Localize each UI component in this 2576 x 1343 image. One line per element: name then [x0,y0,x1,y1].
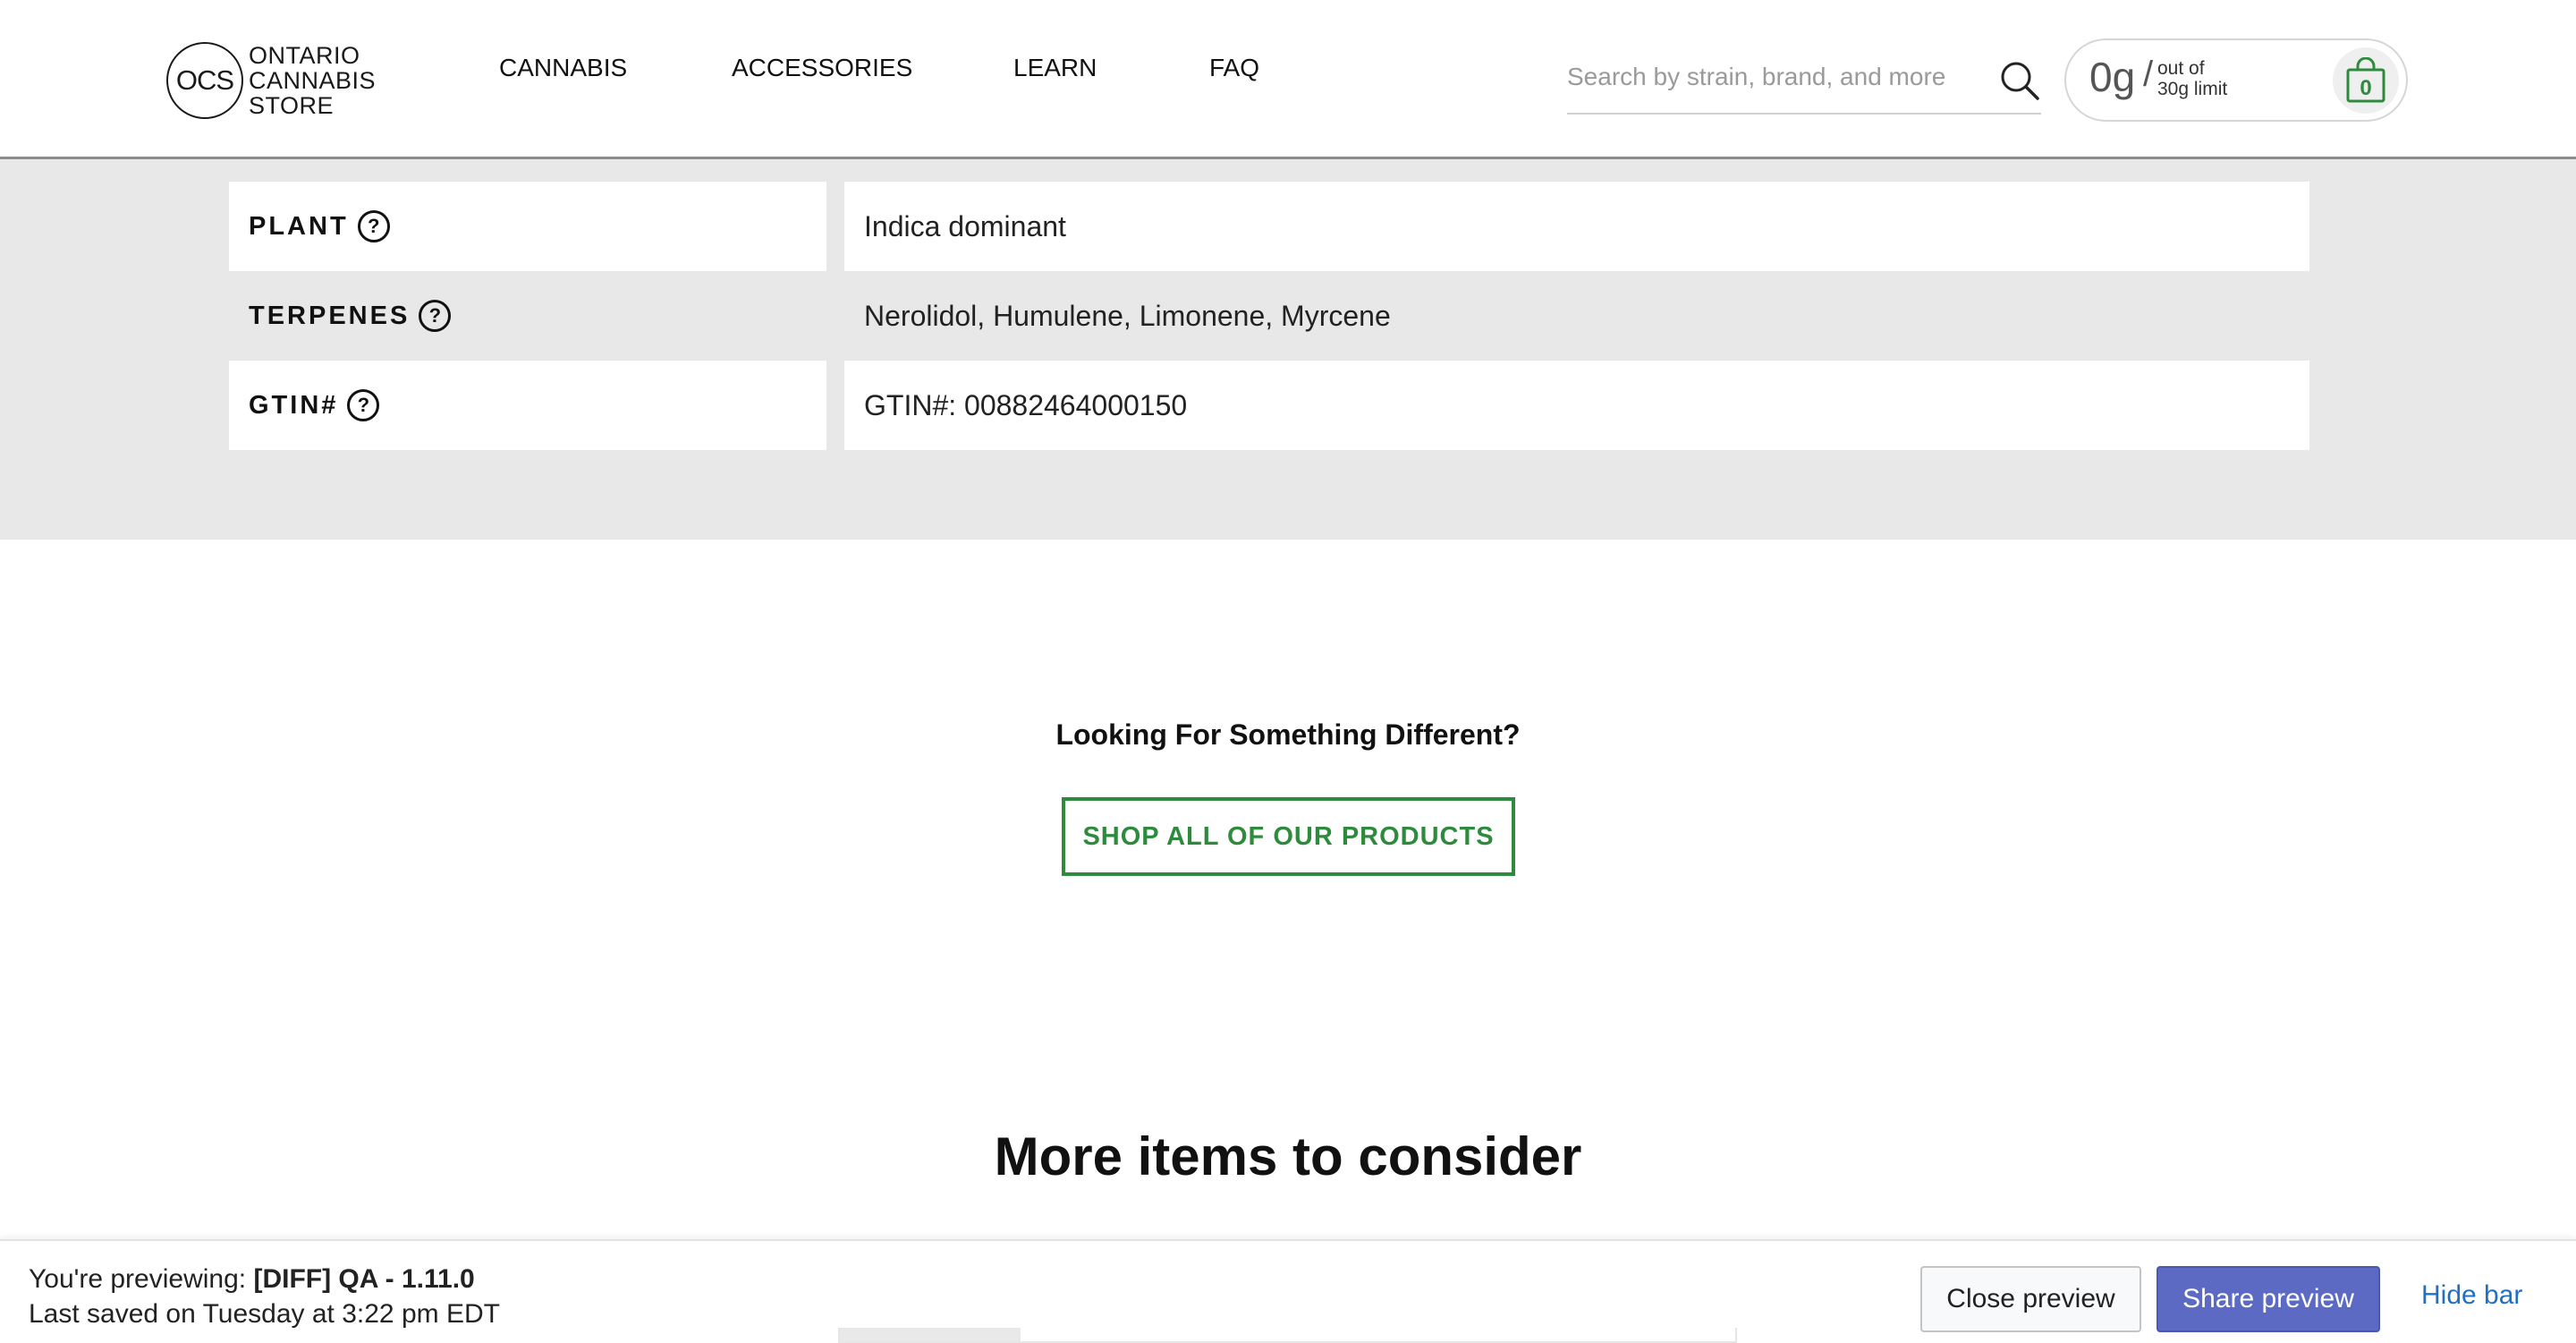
more-items-title: More items to consider [994,1126,1582,1186]
search-icon[interactable] [1998,59,2041,102]
spec-label: TERPENES ? [229,271,826,361]
preview-last-saved: Last saved on Tuesday at 3:22 pm EDT [29,1299,500,1329]
spec-label: PLANT ? [229,182,826,271]
spec-value: GTIN#: 00882464000150 [844,361,2309,450]
ocs-logo[interactable]: OCS ONTARIO CANNABIS STORE [166,39,376,122]
spec-label: GTIN# ? [229,361,826,450]
cart-grams: 0g [2089,54,2136,100]
logo-wordmark: ONTARIO CANNABIS STORE [249,43,376,118]
logo-mark: OCS [166,42,243,119]
help-icon[interactable]: ? [347,389,380,421]
theme-preview-bar: You're previewing: [DIFF] QA - 1.11.0 La… [0,1239,2576,1332]
nav-faq[interactable]: FAQ [1209,54,1259,82]
cart-slash: / [2143,55,2154,94]
preview-status: You're previewing: [DIFF] QA - 1.11.0 [29,1264,475,1295]
logo-line-2: CANNABIS [249,67,377,94]
share-preview-button[interactable]: Share preview [2157,1266,2380,1332]
spec-label-text: PLANT [249,211,349,241]
spec-value: Indica dominant [844,182,2309,271]
spec-row-terpenes: TERPENES ? Nerolidol, Humulene, Limonene… [229,271,2309,361]
close-preview-button[interactable]: Close preview [1920,1266,2141,1332]
cart-count: 0 [2360,76,2371,100]
spec-label-text: GTIN# [249,390,339,420]
promo-heading: Looking For Something Different? [1055,718,1521,751]
spec-value: Nerolidol, Humulene, Limonene, Myrcene [864,299,1391,332]
cart-limit-line-1: out of [2157,58,2205,79]
logo-line-3: STORE [249,92,335,119]
search-bar [1567,52,2041,115]
nav-learn[interactable]: LEARN [1013,54,1097,82]
hide-bar-link[interactable]: Hide bar [2421,1280,2522,1311]
shopping-bag-icon[interactable]: 0 [2333,47,2399,114]
product-specs: PLANT ? Indica dominant TERPENES ? Nerol… [0,159,2576,540]
help-icon[interactable]: ? [357,210,390,242]
preview-theme-name: [DIFF] QA - 1.11.0 [253,1264,475,1294]
preview-prefix: You're previewing: [29,1264,254,1294]
help-icon[interactable]: ? [419,300,452,332]
spec-label-text: TERPENES [249,301,411,330]
cart-limit-text: out of 30g limit [2157,58,2227,99]
spec-row-gtin: GTIN# ? GTIN#: 00882464000150 [229,361,2309,450]
shop-all-products-button[interactable]: SHOP ALL OF OUR PRODUCTS [1062,797,1515,876]
cart-limit-widget[interactable]: 0g / out of 30g limit 0 [2064,38,2408,122]
nav-accessories[interactable]: ACCESSORIES [732,54,912,82]
spec-row-plant: PLANT ? Indica dominant [229,182,2309,271]
logo-line-1: ONTARIO [249,42,360,69]
search-input[interactable] [1567,52,1961,102]
site-header: OCS ONTARIO CANNABIS STORE CANNABIS ACCE… [0,0,2576,159]
cart-limit-line-2: 30g limit [2157,79,2228,99]
nav-cannabis[interactable]: CANNABIS [499,54,627,82]
